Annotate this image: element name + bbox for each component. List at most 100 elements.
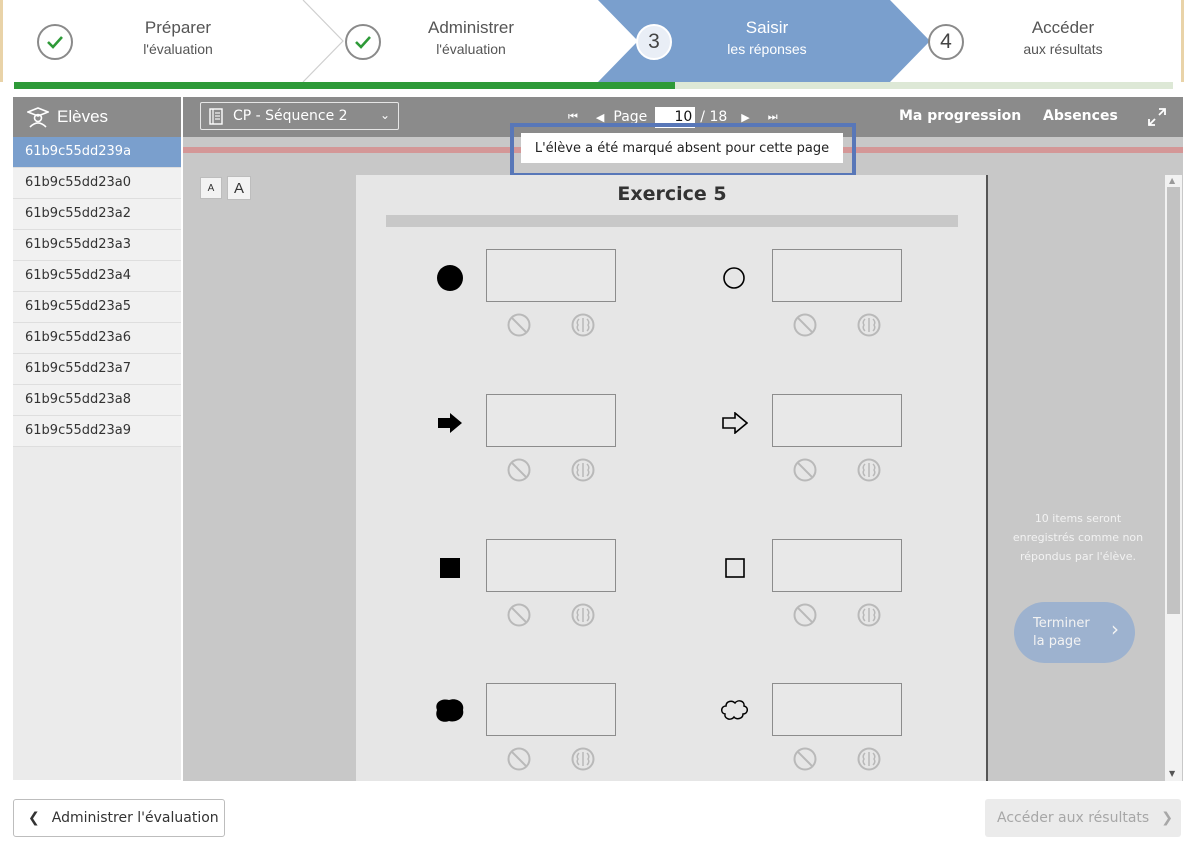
back-button-label: Administrer l'évaluation — [51, 810, 219, 826]
outline-circle-icon — [723, 267, 745, 289]
step-1-title: Préparer — [144, 18, 212, 37]
student-item[interactable]: 61b9c55dd23a2 — [13, 199, 181, 230]
exercise-sheet: Exercice 5 — [356, 175, 988, 781]
not-assessed-icon[interactable] — [856, 602, 882, 628]
booklet-icon — [209, 107, 223, 125]
outline-arrow-icon — [722, 412, 748, 434]
sidebar-title: Elèves — [57, 107, 109, 126]
sequence-select-value: CP - Séquence 2 — [233, 108, 348, 124]
answer-box[interactable] — [486, 683, 616, 736]
answer-box[interactable] — [772, 683, 902, 736]
student-item[interactable]: 61b9c55dd23a4 — [13, 261, 181, 292]
no-answer-icon[interactable] — [792, 312, 818, 338]
student-item[interactable]: 61b9c55dd23a5 — [13, 292, 181, 323]
not-assessed-icon[interactable] — [856, 312, 882, 338]
student-sidebar: Elèves 61b9c55dd239a 61b9c55dd23a0 61b9c55… — [13, 97, 181, 780]
step-4-title: Accéder — [1031, 18, 1095, 37]
step-3-subtitle: les réponses — [727, 41, 807, 57]
progress-bar — [14, 82, 1173, 89]
no-answer-icon[interactable] — [792, 746, 818, 772]
step-3-number: 3 — [636, 24, 672, 60]
step-3-label[interactable]: Saisir les réponses — [712, 18, 822, 57]
font-increase-button[interactable]: A — [227, 176, 251, 200]
first-page-icon[interactable]: ⏮ — [568, 110, 578, 124]
step-4-label[interactable]: Accéder aux résultats — [998, 18, 1128, 57]
stepper: Préparer l'évaluation Administrer l'éval… — [0, 0, 1184, 82]
step-1-check-icon — [37, 24, 73, 60]
answer-box[interactable] — [772, 539, 902, 592]
student-item[interactable]: 61b9c55dd23a9 — [13, 416, 181, 447]
no-answer-icon[interactable] — [506, 457, 532, 483]
previous-page-icon[interactable]: ◀ — [596, 111, 604, 124]
filled-blob-icon — [436, 699, 464, 722]
filled-square-icon — [440, 558, 460, 578]
outline-square-icon — [725, 558, 745, 578]
step-4-subtitle: aux résultats — [1023, 41, 1103, 57]
step-2-title: Administrer — [428, 18, 514, 37]
not-assessed-icon[interactable] — [570, 746, 596, 772]
student-item[interactable]: 61b9c55dd239a — [13, 137, 181, 168]
exercise-title: Exercice 5 — [617, 183, 727, 205]
scroll-thumb[interactable] — [1167, 187, 1180, 614]
student-item[interactable]: 61b9c55dd23a0 — [13, 168, 181, 199]
step-1-subtitle: l'évaluation — [143, 41, 213, 57]
sequence-select[interactable]: CP - Séquence 2 ⌄ — [200, 102, 399, 130]
student-icon — [27, 107, 49, 128]
sidebar-header: Elèves — [13, 97, 181, 137]
finish-page-line2: la page — [1033, 633, 1082, 649]
answer-box[interactable] — [486, 394, 616, 447]
scrollbar[interactable]: ▲ ▼ — [1165, 175, 1182, 781]
last-page-icon[interactable]: ⏭ — [768, 110, 778, 124]
chevron-left-icon: ❮ — [28, 810, 40, 826]
back-to-administer-button[interactable]: ❮ Administrer l'évaluation — [13, 799, 225, 837]
step-3-title: Saisir — [745, 18, 789, 37]
font-decrease-button[interactable]: A — [200, 177, 222, 199]
step-1-label[interactable]: Préparer l'évaluation — [113, 18, 243, 57]
no-answer-icon[interactable] — [792, 602, 818, 628]
student-item[interactable]: 61b9c55dd23a3 — [13, 230, 181, 261]
step-4-number: 4 — [928, 24, 964, 60]
absences-link[interactable]: Absences — [1043, 108, 1118, 124]
answer-box[interactable] — [486, 539, 616, 592]
unanswered-note: 10 items seront enregistrés comme non ré… — [1012, 512, 1144, 563]
student-item[interactable]: 61b9c55dd23a8 — [13, 385, 181, 416]
next-button-label: Accéder aux résultats — [997, 810, 1150, 826]
filled-circle-icon — [437, 265, 463, 291]
not-assessed-icon[interactable] — [570, 457, 596, 483]
fullscreen-icon[interactable] — [1146, 106, 1168, 128]
answer-box[interactable] — [486, 249, 616, 302]
chevron-right-icon: › — [1111, 617, 1119, 641]
step-2-label[interactable]: Administrer l'évaluation — [408, 18, 534, 57]
no-answer-icon[interactable] — [506, 602, 532, 628]
chevron-down-icon: ⌄ — [379, 108, 390, 122]
step-2-subtitle: l'évaluation — [436, 41, 506, 57]
right-panel: 10 items seront enregistrés comme non ré… — [990, 175, 1165, 781]
step-separator — [302, 0, 344, 82]
chevron-right-icon: ❯ — [1161, 810, 1173, 826]
progress-bar-fill — [14, 82, 675, 89]
my-progress-link[interactable]: Ma progression — [899, 108, 1021, 124]
answer-box[interactable] — [772, 249, 902, 302]
access-results-button[interactable]: Accéder aux résultats ❯ — [985, 799, 1181, 837]
scroll-up-icon[interactable]: ▲ — [1169, 176, 1175, 185]
not-assessed-icon[interactable] — [570, 602, 596, 628]
not-assessed-icon[interactable] — [856, 457, 882, 483]
scroll-down-icon[interactable]: ▼ — [1169, 769, 1175, 778]
student-list: 61b9c55dd239a 61b9c55dd23a0 61b9c55dd23a2 6… — [13, 137, 181, 447]
student-item[interactable]: 61b9c55dd23a7 — [13, 354, 181, 385]
next-page-icon[interactable]: ▶ — [741, 111, 749, 124]
answer-box[interactable] — [772, 394, 902, 447]
no-answer-icon[interactable] — [792, 457, 818, 483]
outline-cloud-icon — [721, 700, 748, 720]
no-answer-icon[interactable] — [506, 312, 532, 338]
student-item[interactable]: 61b9c55dd23a6 — [13, 323, 181, 354]
title-underline — [386, 215, 958, 227]
not-assessed-icon[interactable] — [570, 312, 596, 338]
no-answer-icon[interactable] — [506, 746, 532, 772]
main-panel: CP - Séquence 2 ⌄ ⏮ ◀ Page / 18 ▶ ⏭ Ma p… — [183, 97, 1183, 781]
filled-arrow-icon — [438, 413, 462, 433]
finish-page-button[interactable]: Terminer la page › — [1014, 602, 1135, 663]
step-2-check-icon — [345, 24, 381, 60]
absent-notice: L'élève a été marqué absent pour cette p… — [521, 133, 843, 163]
not-assessed-icon[interactable] — [856, 746, 882, 772]
